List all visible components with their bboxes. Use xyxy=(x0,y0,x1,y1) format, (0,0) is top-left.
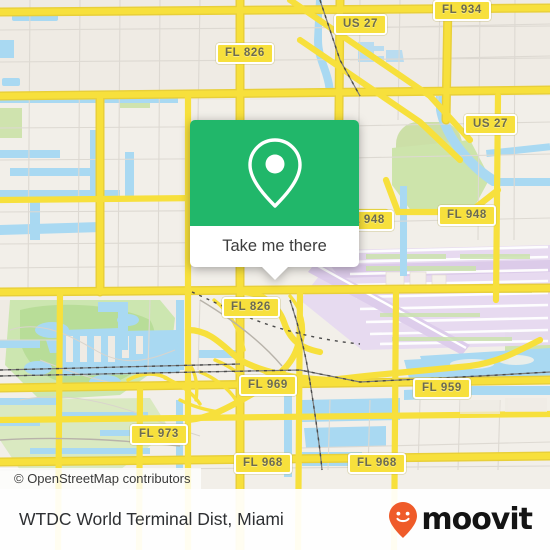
moovit-logo[interactable]: moovit xyxy=(388,501,533,539)
place-title: WTDC World Terminal Dist, Miami xyxy=(19,509,284,529)
road-shield: FL 968 xyxy=(234,453,292,474)
take-me-there-label: Take me there xyxy=(222,237,327,255)
road-shield: FL 826 xyxy=(222,297,280,318)
map-attribution[interactable]: © OpenStreetMap contributors xyxy=(0,468,201,489)
location-marker-card[interactable]: Take me there xyxy=(190,120,359,280)
attribution-text: © OpenStreetMap contributors xyxy=(14,471,191,486)
road-shield: FL 969 xyxy=(239,375,297,396)
moovit-pin-icon xyxy=(389,501,418,538)
marker-card-tail xyxy=(261,267,288,280)
road-shield: FL 826 xyxy=(216,43,274,64)
road-shield: FL 968 xyxy=(348,453,406,474)
road-shield: FL 959 xyxy=(413,378,471,399)
road-shield: US 27 xyxy=(464,114,517,135)
location-pin-icon xyxy=(247,138,302,208)
road-shield: FL 934 xyxy=(433,0,491,21)
road-shield: FL 973 xyxy=(130,424,188,445)
road-shield: FL 948 xyxy=(438,205,496,226)
road-shield: US 27 xyxy=(334,14,387,35)
marker-card-action[interactable]: Take me there xyxy=(190,226,359,280)
marker-card-header xyxy=(190,120,359,226)
map-screenshot: FL 934 US 27 FL 826 US 27 FL 948 FL 948 … xyxy=(0,0,550,550)
moovit-wordmark: moovit xyxy=(421,501,533,537)
footer-bar: WTDC World Terminal Dist, Miami moovit xyxy=(0,489,550,550)
